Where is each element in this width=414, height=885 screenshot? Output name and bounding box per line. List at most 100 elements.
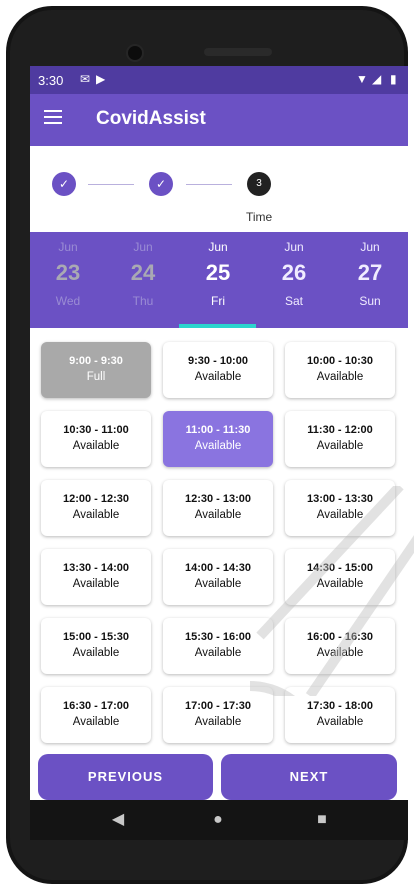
date-day: 23	[55, 260, 81, 285]
time-slot[interactable]: 9:30 - 10:00 Available	[163, 342, 273, 398]
slot-status: Available	[316, 716, 364, 728]
slot-status: Available	[72, 509, 120, 521]
battery-icon: ▮	[390, 72, 397, 86]
time-slot[interactable]: 14:30 - 15:00 Available	[285, 549, 395, 605]
app-screen: 3:30 ✉ ▶ ▼ ◢ ▮ CovidAssist ✓ ✓ 3 Time Ju…	[30, 66, 408, 840]
android-nav-bar: ◀ ● ■	[30, 800, 408, 840]
time-slot[interactable]: 13:00 - 13:30 Available	[285, 480, 395, 536]
step-1-check-icon[interactable]: ✓	[52, 172, 76, 196]
time-slot[interactable]: 16:30 - 17:00 Available	[41, 687, 151, 743]
date-weekday: Wed	[55, 294, 81, 308]
back-icon[interactable]: ◀	[88, 800, 148, 840]
time-slot[interactable]: 13:30 - 14:00 Available	[41, 549, 151, 605]
step-3-label: Time	[246, 210, 273, 224]
slot-status: Available	[316, 440, 364, 452]
hamburger-menu-icon[interactable]	[44, 110, 62, 124]
date-selector: Jun 23 Wed Jun 24 Thu Jun 25 Fri Jun 26 …	[30, 232, 408, 328]
front-camera	[126, 44, 144, 62]
time-slot[interactable]: 12:00 - 12:30 Available	[41, 480, 151, 536]
date-tab-24[interactable]: Jun 24 Thu	[105, 232, 181, 328]
time-slot[interactable]: 17:30 - 18:00 Available	[285, 687, 395, 743]
slot-time: 17:30 - 18:00	[306, 700, 374, 712]
slot-status: Available	[72, 578, 120, 590]
slot-status: Available	[72, 716, 120, 728]
time-slot[interactable]: 15:00 - 15:30 Available	[41, 618, 151, 674]
slot-time: 17:00 - 17:30	[184, 700, 252, 712]
slot-time: 9:00 - 9:30	[69, 355, 123, 367]
app-bar: CovidAssist	[30, 94, 408, 146]
home-icon[interactable]: ●	[188, 800, 248, 840]
date-weekday: Sun	[359, 294, 381, 308]
time-slot[interactable]: 9:00 - 9:30 Full	[41, 342, 151, 398]
slot-status: Full	[86, 371, 106, 383]
time-slot[interactable]: 10:00 - 10:30 Available	[285, 342, 395, 398]
step-3-indicator[interactable]: 3	[247, 172, 271, 196]
time-slot[interactable]: 16:00 - 16:30 Available	[285, 618, 395, 674]
date-weekday: Sat	[284, 294, 303, 308]
earpiece-speaker	[204, 48, 272, 56]
slot-status: Available	[316, 371, 364, 383]
slot-time: 16:00 - 16:30	[306, 631, 374, 643]
status-time: 3:30	[38, 73, 64, 88]
slot-time: 9:30 - 10:00	[188, 355, 248, 367]
slot-time: 10:00 - 10:30	[306, 355, 374, 367]
slot-time: 15:30 - 16:00	[184, 631, 252, 643]
date-tab-26[interactable]: Jun 26 Sat	[256, 232, 332, 328]
slot-time: 16:30 - 17:00	[62, 700, 130, 712]
slot-time: 13:30 - 14:00	[62, 562, 130, 574]
date-month: Jun	[58, 240, 78, 254]
slot-time: 11:30 - 12:00	[307, 424, 373, 436]
step-connector	[186, 184, 232, 185]
date-month: Jun	[360, 240, 380, 254]
time-slot[interactable]: 15:30 - 16:00 Available	[163, 618, 273, 674]
slot-time: 14:00 - 14:30	[184, 562, 252, 574]
slot-status: Available	[194, 716, 242, 728]
previous-button[interactable]: PREVIOUS	[38, 754, 213, 800]
date-day: 24	[130, 260, 156, 285]
time-slot[interactable]: 12:30 - 13:00 Available	[163, 480, 273, 536]
app-title: CovidAssist	[96, 108, 206, 129]
time-slot[interactable]: 14:00 - 14:30 Available	[163, 549, 273, 605]
date-weekday: Thu	[132, 294, 154, 308]
date-day: 27	[357, 260, 383, 285]
status-bar: 3:30 ✉ ▶ ▼ ◢ ▮	[30, 66, 408, 94]
slot-status: Available	[194, 647, 242, 659]
time-slot[interactable]: 10:30 - 11:00 Available	[41, 411, 151, 467]
slot-time: 15:00 - 15:30	[62, 631, 130, 643]
slot-status: Available	[72, 647, 120, 659]
slot-status: Available	[194, 371, 242, 383]
slot-status: Available	[194, 440, 242, 452]
slot-time: 10:30 - 11:00	[63, 424, 129, 436]
recents-icon[interactable]: ■	[292, 800, 352, 840]
slot-time: 12:00 - 12:30	[62, 493, 130, 505]
slot-status: Available	[72, 440, 120, 452]
signal-icon: ◢	[372, 72, 382, 86]
wifi-icon: ▼	[356, 72, 368, 86]
next-button[interactable]: NEXT	[221, 754, 397, 800]
date-month: Jun	[133, 240, 153, 254]
step-2-check-icon[interactable]: ✓	[149, 172, 173, 196]
slot-status: Available	[316, 578, 364, 590]
play-store-icon: ▶	[96, 72, 106, 86]
date-month: Jun	[208, 240, 228, 254]
slot-status: Available	[316, 509, 364, 521]
time-slot[interactable]: 17:00 - 17:30 Available	[163, 687, 273, 743]
date-tab-23[interactable]: Jun 23 Wed	[30, 232, 106, 328]
time-slot-selected[interactable]: 11:00 - 11:30 Available	[163, 411, 273, 467]
date-day: 26	[281, 260, 307, 285]
step-connector	[88, 184, 134, 185]
date-weekday: Fri	[211, 294, 225, 308]
slot-time: 11:00 - 11:30	[185, 424, 251, 436]
mail-icon: ✉	[80, 72, 91, 86]
slot-status: Available	[316, 647, 364, 659]
time-slot[interactable]: 11:30 - 12:00 Available	[285, 411, 395, 467]
booking-stepper: ✓ ✓ 3 Time	[30, 146, 408, 232]
slot-time: 14:30 - 15:00	[306, 562, 374, 574]
date-tab-25[interactable]: Jun 25 Fri	[180, 232, 256, 328]
date-month: Jun	[284, 240, 304, 254]
slot-status: Available	[194, 578, 242, 590]
date-day: 25	[205, 260, 231, 285]
slot-status: Available	[194, 509, 242, 521]
date-tab-27[interactable]: Jun 27 Sun	[332, 232, 408, 328]
slot-time: 13:00 - 13:30	[306, 493, 374, 505]
